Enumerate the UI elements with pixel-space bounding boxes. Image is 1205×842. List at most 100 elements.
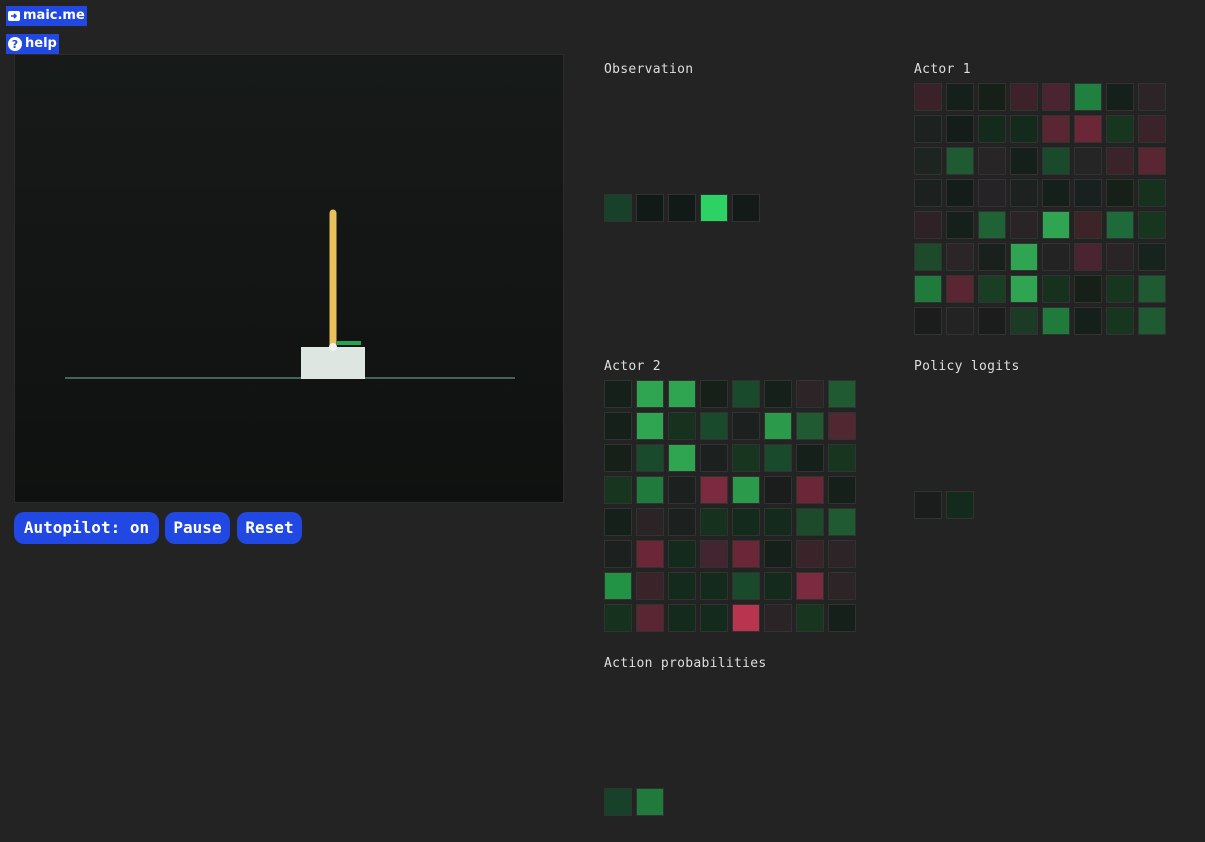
heatmap-cell [636, 508, 664, 536]
heatmap-cell [1010, 179, 1038, 207]
heatmap-cell [636, 540, 664, 568]
heatmap-cell [796, 540, 824, 568]
heatmap-cell [796, 572, 824, 600]
pause-button[interactable]: Pause [165, 512, 230, 544]
heatmap-cell [978, 211, 1006, 239]
heatmap-cell [636, 572, 664, 600]
heatmap-cell [636, 788, 664, 816]
heatmap-cell [1106, 115, 1134, 143]
heatmap-cell [604, 194, 632, 222]
heatmap-cell [1074, 307, 1102, 335]
heatmap-cell [914, 115, 942, 143]
cart [301, 347, 365, 379]
heatmap-cell [796, 508, 824, 536]
autopilot-toggle-button[interactable]: Autopilot: on [14, 512, 159, 544]
heatmap-cell [732, 476, 760, 504]
heatmap-cell [604, 508, 632, 536]
heatmap-cell [946, 147, 974, 175]
heatmap-cell [1138, 275, 1166, 303]
heatmap-cell [1074, 83, 1102, 111]
heatmap-cell [668, 412, 696, 440]
heatmap-cell [764, 508, 792, 536]
heatmap-cell [946, 243, 974, 271]
heatmap-cell [1042, 243, 1070, 271]
heatmap-cell [1106, 179, 1134, 207]
heatmap-cell [1138, 179, 1166, 207]
heatmap-cell [732, 380, 760, 408]
heatmap-cell [636, 476, 664, 504]
heatmap-cell [1042, 211, 1070, 239]
heatmap-cell [914, 243, 942, 271]
heatmap-cell [1042, 147, 1070, 175]
heatmap-cell [668, 540, 696, 568]
heatmap-cell [946, 307, 974, 335]
heatmap-cell [668, 444, 696, 472]
heatmap-cell [1010, 275, 1038, 303]
heatmap-cell [668, 194, 696, 222]
observation-grid [604, 194, 760, 222]
heatmap-cell [914, 179, 942, 207]
heatmap-cell [914, 275, 942, 303]
heatmap-cell [914, 491, 942, 519]
heatmap-cell [636, 380, 664, 408]
heatmap-cell [764, 540, 792, 568]
heatmap-cell [604, 540, 632, 568]
heatmap-cell [828, 476, 856, 504]
heatmap-cell [1138, 307, 1166, 335]
heatmap-cell [764, 444, 792, 472]
heatmap-cell [1074, 275, 1102, 303]
heatmap-cell [1074, 179, 1102, 207]
heatmap-cell [796, 412, 824, 440]
heatmap-cell [828, 604, 856, 632]
heatmap-cell [668, 380, 696, 408]
heatmap-cell [914, 83, 942, 111]
heatmap-cell [978, 243, 1006, 271]
heatmap-cell [1042, 275, 1070, 303]
heatmap-cell [636, 194, 664, 222]
heatmap-cell [1074, 115, 1102, 143]
heatmap-cell [700, 380, 728, 408]
reset-button[interactable]: Reset [237, 512, 302, 544]
heatmap-cell [946, 275, 974, 303]
heatmap-cell [1138, 115, 1166, 143]
heatmap-cell [1042, 307, 1070, 335]
heatmap-cell [668, 476, 696, 504]
heatmap-cell [636, 604, 664, 632]
heatmap-cell [764, 412, 792, 440]
maic-me-link[interactable]: maic.me [6, 6, 87, 26]
heatmap-cell [946, 211, 974, 239]
heatmap-cell [978, 115, 1006, 143]
pole-pivot [329, 343, 337, 351]
heatmap-cell [828, 540, 856, 568]
heatmap-cell [604, 444, 632, 472]
cartpole-canvas[interactable] [14, 54, 564, 503]
heatmap-cell [978, 275, 1006, 303]
heatmap-cell [668, 508, 696, 536]
heatmap-cell [1106, 147, 1134, 175]
heatmap-cell [604, 604, 632, 632]
heatmap-cell [700, 476, 728, 504]
heatmap-cell [796, 604, 824, 632]
heatmap-cell [604, 788, 632, 816]
heatmap-cell [796, 380, 824, 408]
svg-text:?: ? [12, 38, 18, 51]
heatmap-cell [732, 572, 760, 600]
help-link[interactable]: ? help [6, 34, 59, 54]
heatmap-cell [764, 572, 792, 600]
heatmap-cell [1010, 211, 1038, 239]
heatmap-cell [946, 491, 974, 519]
heatmap-cell [1074, 147, 1102, 175]
heatmap-cell [978, 83, 1006, 111]
heatmap-cell [1010, 147, 1038, 175]
heatmap-cell [604, 476, 632, 504]
heatmap-cell [978, 179, 1006, 207]
heatmap-cell [1042, 179, 1070, 207]
heatmap-cell [1106, 307, 1134, 335]
actor-1-title: Actor 1 [914, 62, 971, 77]
heatmap-cell [1138, 211, 1166, 239]
action-indicator [337, 341, 361, 345]
heatmap-cell [914, 147, 942, 175]
policy-logits-grid [914, 491, 974, 519]
heatmap-cell [732, 604, 760, 632]
heatmap-cell [1010, 243, 1038, 271]
